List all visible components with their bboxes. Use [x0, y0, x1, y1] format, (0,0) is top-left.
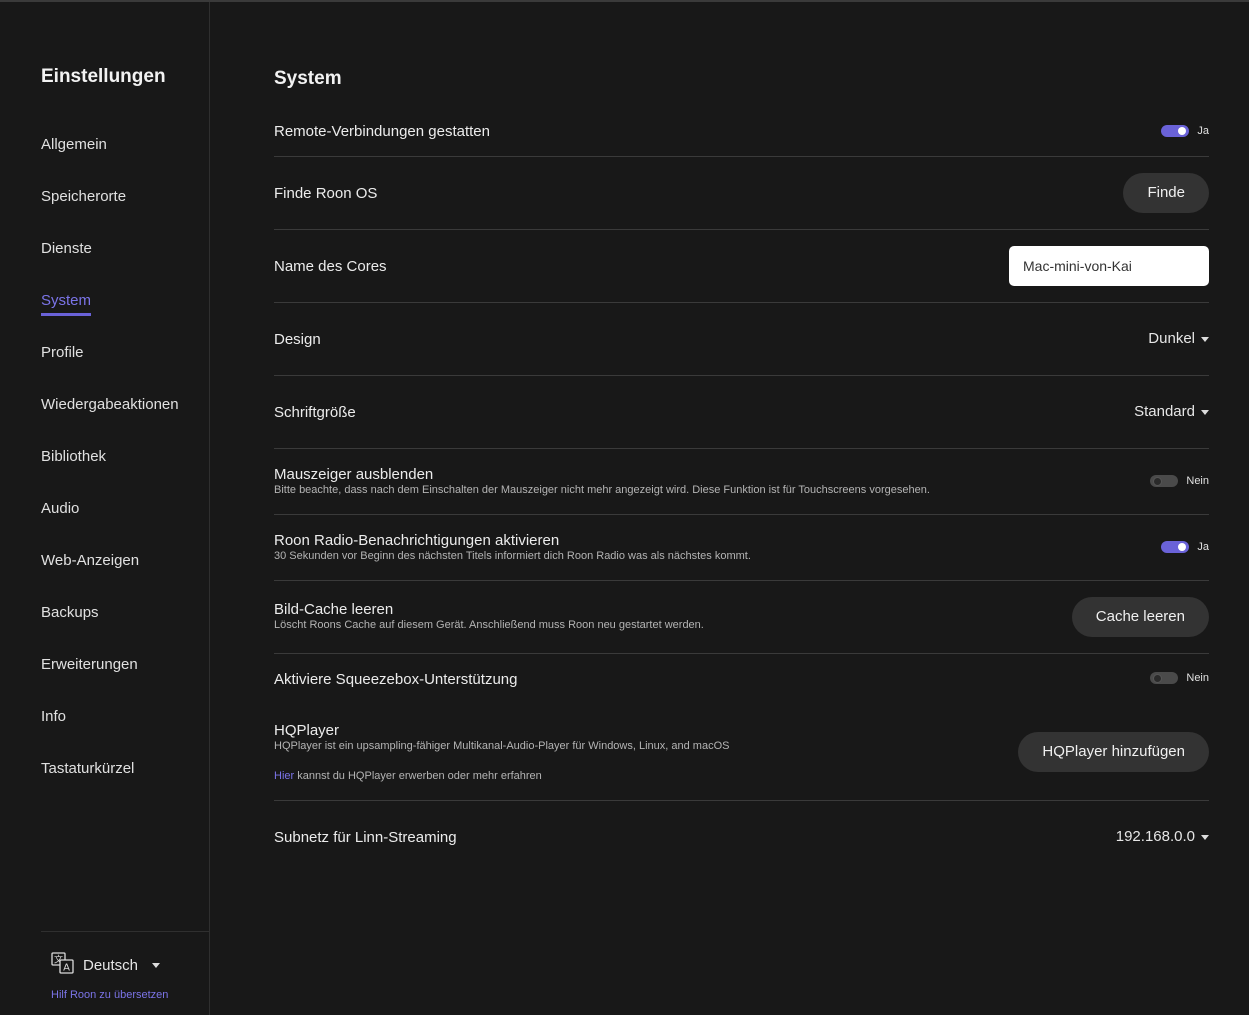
linn-subnet-dropdown[interactable]: 192.168.0.0 [1116, 828, 1209, 845]
page-title: System [274, 68, 342, 89]
setting-design: Design Dunkel [274, 303, 1209, 376]
settings-main: System Remote-Verbindungen gestatten Ja … [274, 0, 1209, 1015]
setting-label: Bild-Cache leeren [274, 601, 394, 618]
setting-hqplayer: HQPlayer HQPlayer ist ein upsampling-fäh… [274, 705, 1209, 801]
toggle-state-label: Ja [1197, 125, 1209, 137]
chevron-down-icon [1201, 409, 1209, 415]
setting-find-roon-os: Finde Roon OS Finde [274, 157, 1209, 230]
sidebar-item-wiedergabeaktionen[interactable]: Wiedergabeaktionen [41, 396, 179, 413]
clear-cache-button[interactable]: Cache leeren [1071, 597, 1209, 637]
sidebar-item-dienste[interactable]: Dienste [41, 240, 92, 257]
sidebar-item-bibliothek[interactable]: Bibliothek [41, 448, 106, 465]
setting-font-size: Schriftgröße Standard [274, 376, 1209, 449]
font-size-dropdown[interactable]: Standard [1134, 403, 1209, 420]
sidebar-item-erweiterungen[interactable]: Erweiterungen [41, 656, 138, 673]
setting-description: Löscht Roons Cache auf diesem Gerät. Ans… [274, 619, 704, 631]
sidebar-item-allgemein[interactable]: Allgemein [41, 136, 107, 153]
chevron-down-icon [1201, 336, 1209, 342]
toggle-state-label: Ja [1197, 541, 1209, 553]
chevron-down-icon [1201, 834, 1209, 840]
core-name-input[interactable] [1009, 246, 1209, 286]
setting-radio-notifications: Roon Radio-Benachrichtigungen aktivieren… [274, 515, 1209, 581]
toggle-switch [1150, 475, 1179, 487]
hqplayer-info-line: Hier kannst du HQPlayer erwerben oder me… [274, 770, 542, 782]
help-translate-link[interactable]: Hilf Roon zu übersetzen [51, 989, 168, 1001]
toggle-switch [1161, 541, 1190, 553]
remote-connections-toggle[interactable]: Ja [1161, 125, 1209, 137]
sidebar-item-system[interactable]: System [41, 292, 92, 316]
sidebar-item-speicherorte[interactable]: Speicherorte [41, 188, 126, 205]
setting-label: Design [274, 331, 321, 348]
sidebar-footer: 文 A Deutsch Hilf Roon zu übersetzen [41, 931, 209, 1001]
toggle-switch [1150, 672, 1179, 684]
setting-label: Roon Radio-Benachrichtigungen aktivieren [274, 532, 560, 549]
sidebar-item-tastaturkuerzel[interactable]: Tastaturkürzel [41, 760, 134, 777]
add-hqplayer-button[interactable]: HQPlayer hinzufügen [1018, 732, 1209, 772]
dropdown-value: 192.168.0.0 [1115, 828, 1195, 845]
language-value: Deutsch [83, 956, 139, 974]
svg-text:A: A [63, 963, 70, 974]
setting-label: Schriftgröße [274, 404, 356, 421]
toggle-state-label: Nein [1186, 475, 1209, 487]
chevron-down-icon [152, 962, 161, 968]
setting-label: HQPlayer [274, 722, 340, 739]
dropdown-value: Dunkel [1148, 330, 1195, 347]
find-button[interactable]: Finde [1123, 173, 1209, 213]
setting-core-name: Name des Cores [274, 230, 1209, 303]
hqplayer-link[interactable]: Hier [274, 770, 294, 782]
setting-description: 30 Sekunden vor Beginn des nächsten Tite… [274, 550, 751, 562]
setting-label: Finde Roon OS [274, 185, 378, 202]
sidebar-title: Einstellungen [41, 66, 166, 87]
sidebar-item-info[interactable]: Info [41, 708, 66, 725]
squeezebox-toggle[interactable]: Nein [1150, 672, 1209, 684]
sidebar-item-web-anzeigen[interactable]: Web-Anzeigen [41, 552, 139, 569]
sidebar-item-backups[interactable]: Backups [41, 604, 99, 621]
setting-label: Remote-Verbindungen gestatten [274, 123, 490, 140]
hqplayer-link-suffix: kannst du HQPlayer erwerben oder mehr er… [294, 770, 542, 782]
sidebar-item-profile[interactable]: Profile [41, 344, 84, 361]
setting-linn-subnet: Subnetz für Linn-Streaming 192.168.0.0 [274, 801, 1209, 873]
settings-sidebar: Einstellungen Allgemein Speicherorte Die… [0, 2, 210, 1015]
toggle-switch [1161, 125, 1190, 137]
radio-notifications-toggle[interactable]: Ja [1161, 541, 1209, 553]
setting-remote-connections: Remote-Verbindungen gestatten Ja [274, 105, 1209, 157]
setting-image-cache: Bild-Cache leeren Löscht Roons Cache auf… [274, 581, 1209, 654]
hide-cursor-toggle[interactable]: Nein [1150, 475, 1209, 487]
setting-label: Subnetz für Linn-Streaming [274, 829, 457, 846]
language-dropdown[interactable]: 文 A Deutsch [51, 952, 161, 978]
setting-hide-cursor: Mauszeiger ausblenden Bitte beachte, das… [274, 449, 1209, 515]
translate-icon: 文 A [51, 952, 75, 978]
dropdown-value: Standard [1134, 403, 1195, 420]
setting-label: Mauszeiger ausblenden [274, 466, 434, 483]
setting-description: Bitte beachte, dass nach dem Einschalten… [274, 484, 930, 496]
setting-squeezebox: Aktiviere Squeezebox-Unterstützung Nein [274, 654, 1209, 704]
design-dropdown[interactable]: Dunkel [1148, 330, 1209, 347]
sidebar-item-audio[interactable]: Audio [41, 500, 79, 517]
setting-description: HQPlayer ist ein upsampling-fähiger Mult… [274, 740, 730, 752]
setting-label: Aktiviere Squeezebox-Unterstützung [274, 671, 518, 688]
toggle-state-label: Nein [1186, 672, 1209, 684]
setting-label: Name des Cores [274, 258, 387, 275]
